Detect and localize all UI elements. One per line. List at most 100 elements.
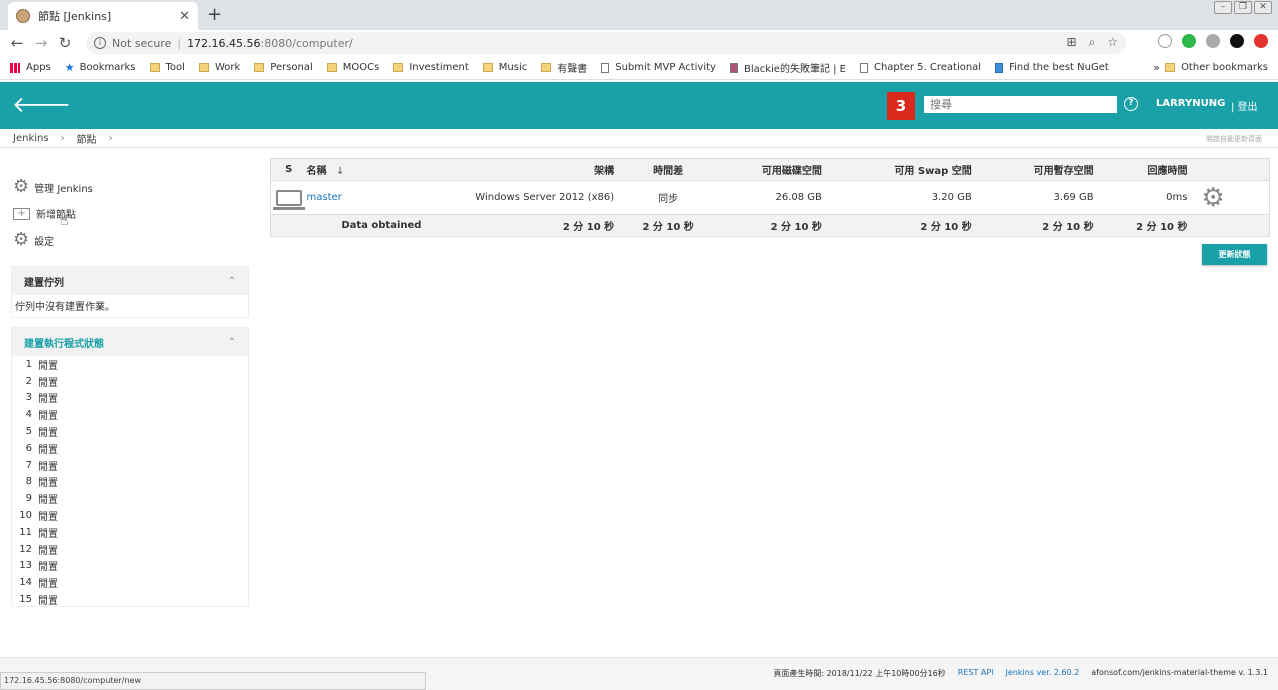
translate-icon[interactable]: ⊞ — [1066, 35, 1076, 50]
col-actions — [1187, 158, 1270, 181]
url-separator: | — [177, 36, 182, 50]
obtained-swap: 2 分 10 秒 — [831, 214, 972, 237]
bookmark-page[interactable]: Chapter 5. Creational — [859, 62, 981, 73]
extension-icon[interactable] — [1158, 34, 1172, 48]
node-response: 0ms — [1166, 192, 1188, 203]
bookmark-page[interactable]: Blackie的失敗筆記 | E — [729, 60, 846, 75]
breadcrumb-nodes[interactable]: 節點 — [77, 131, 97, 146]
executor-number: 6 — [25, 442, 32, 454]
new-tab-button[interactable]: + — [207, 4, 222, 25]
bookmark-folder[interactable]: Music — [482, 62, 527, 73]
executor-number: 12 — [19, 543, 32, 555]
bookmarks-bar: Apps ★ Bookmarks Tool Work Personal MOOCs… — [0, 56, 1278, 80]
bookmark-folder[interactable]: MOOCs — [326, 62, 379, 73]
update-icon[interactable] — [1254, 34, 1268, 48]
executor-row: 5 閒置 — [12, 423, 248, 440]
node-clock: 同步 — [658, 194, 679, 205]
extension-icon[interactable] — [1206, 34, 1220, 48]
notification-badge[interactable]: 3 — [887, 92, 915, 120]
restore-button[interactable]: ❐ — [1234, 1, 1252, 14]
bookmark-page[interactable]: Find the best NuGet — [995, 62, 1109, 73]
col-swap[interactable]: 可用 Swap 空間 — [831, 158, 972, 181]
close-window-button[interactable]: ✕ — [1254, 1, 1272, 14]
logout-link[interactable]: | 登出 — [1231, 98, 1258, 113]
rest-api-link[interactable]: REST API — [958, 668, 994, 679]
folder-icon — [393, 63, 404, 72]
table-header-row: S 名稱 ↓ 架構 時間差 可用磁碟空間 可用 Swap 空間 可用暫存空間 回… — [270, 158, 1270, 181]
col-arch[interactable]: 架構 — [456, 158, 629, 181]
profile-avatar[interactable] — [1230, 34, 1244, 48]
minimize-button[interactable]: – — [1214, 1, 1232, 14]
collapse-icon[interactable]: ⌃ — [228, 276, 236, 287]
other-bookmarks[interactable]: Other bookmarks — [1165, 62, 1268, 73]
bookmark-folder[interactable]: 有聲書 — [541, 60, 587, 75]
executor-number: 3 — [25, 392, 32, 404]
address-bar[interactable]: i Not secure | 172.16.45.56 :8080/comput… — [86, 32, 1126, 54]
bookmarks-overflow-button[interactable]: » — [1153, 61, 1160, 74]
executor-status: 閒置 — [38, 545, 58, 557]
collapse-icon[interactable]: ⌃ — [228, 337, 236, 348]
executor-number: 4 — [25, 409, 32, 421]
bookmark-page[interactable]: Submit MVP Activity — [601, 62, 716, 73]
node-master-link[interactable]: master — [306, 192, 341, 203]
executor-row: 7 閒置 — [12, 457, 248, 474]
line-extension-icon[interactable] — [1182, 34, 1196, 48]
back-button[interactable]: ← — [5, 34, 29, 52]
col-temp[interactable]: 可用暫存空間 — [971, 158, 1094, 181]
jenkins-header: 🡐 3 ? LARRYNUNG | 登出 — [0, 82, 1278, 129]
folder-icon — [1165, 63, 1176, 72]
executor-status: 閒置 — [38, 428, 58, 440]
configure-node-gear-icon[interactable]: ⚙ — [1201, 183, 1224, 213]
task-manage-jenkins[interactable]: ⚙ 管理 Jenkins — [13, 178, 93, 196]
col-name[interactable]: 名稱 ↓ — [306, 158, 457, 181]
browser-tab[interactable]: 節點 [Jenkins] ✕ — [8, 2, 198, 30]
col-disk[interactable]: 可用磁碟空間 — [708, 158, 832, 181]
node-actions-cell: ⚙ — [1187, 181, 1269, 215]
search-input[interactable] — [924, 96, 1117, 113]
col-status[interactable]: S — [270, 158, 307, 181]
obtained-disk: 2 分 10 秒 — [708, 214, 832, 237]
bookmark-folder[interactable]: Tool — [149, 62, 185, 73]
bookmark-apps[interactable]: Apps — [10, 62, 51, 73]
nuget-icon — [995, 62, 1004, 73]
executor-number: 9 — [25, 493, 32, 505]
refresh-status-button[interactable]: 更新狀態 — [1202, 244, 1267, 265]
obtained-arch: 2 分 10 秒 — [456, 214, 629, 237]
jenkins-version-link[interactable]: Jenkins ver. 2.60.2 — [1006, 668, 1080, 679]
tab-title: 節點 [Jenkins] — [38, 10, 112, 23]
user-link[interactable]: LARRYNUNG — [1156, 98, 1225, 109]
tab-close-icon[interactable]: ✕ — [179, 9, 190, 24]
help-icon[interactable]: ? — [1124, 97, 1138, 111]
task-configure[interactable]: ⚙ 設定 — [13, 231, 54, 249]
bookmark-folder[interactable]: Personal — [254, 62, 313, 73]
back-arrow-icon[interactable]: 🡐 — [12, 92, 71, 118]
reload-button[interactable]: ↻ — [53, 34, 77, 52]
browser-toolbar: ← → ↻ i Not secure | 172.16.45.56 :8080/… — [0, 30, 1278, 56]
executor-row: 10 閒置 — [12, 507, 248, 524]
executors-header[interactable]: 建置執行程式狀態 ⌃ — [12, 328, 248, 356]
bookmark-folder[interactable]: Work — [198, 62, 240, 73]
executor-status: 閒置 — [38, 512, 58, 524]
build-queue-header[interactable]: 建置佇列 ⌃ — [12, 267, 248, 295]
executor-row: 1 閒置 — [12, 356, 248, 373]
bookmark-star-icon[interactable]: ☆ — [1107, 35, 1118, 50]
bookmark-bookmarks[interactable]: ★ Bookmarks — [65, 61, 136, 74]
breadcrumb-separator[interactable]: › — [61, 133, 65, 144]
obtained-clock: 2 分 10 秒 — [628, 214, 709, 237]
col-response[interactable]: 回應時間 — [1093, 158, 1188, 181]
bookmark-folder[interactable]: Investiment — [393, 62, 469, 73]
breadcrumb-separator[interactable]: › — [109, 133, 113, 144]
forward-button[interactable]: → — [29, 34, 53, 52]
executor-number: 11 — [19, 526, 32, 538]
executors-panel: 建置執行程式狀態 ⌃ 1 閒置 2 閒置 3 閒置 4 閒置 5 閒置 6 閒置 7 閒置 8 閒置 9 閒置 10… — [11, 327, 249, 607]
executor-status: 閒置 — [38, 377, 58, 389]
executor-status: 閒置 — [38, 478, 58, 490]
zoom-icon[interactable]: ⌕ — [1089, 35, 1096, 50]
executors-list: 1 閒置 2 閒置 3 閒置 4 閒置 5 閒置 6 閒置 7 閒置 8 閒置 9 閒置 10 閒置 11 閒置 12 閒置 1… — [12, 356, 248, 608]
info-icon[interactable]: i — [94, 37, 106, 49]
breadcrumb-jenkins[interactable]: Jenkins — [13, 133, 49, 144]
col-clock[interactable]: 時間差 — [628, 158, 709, 181]
auto-refresh-link[interactable]: 開啟自動更新頁面 — [1206, 134, 1262, 144]
apps-icon — [10, 62, 20, 73]
executor-status: 閒置 — [38, 596, 58, 608]
